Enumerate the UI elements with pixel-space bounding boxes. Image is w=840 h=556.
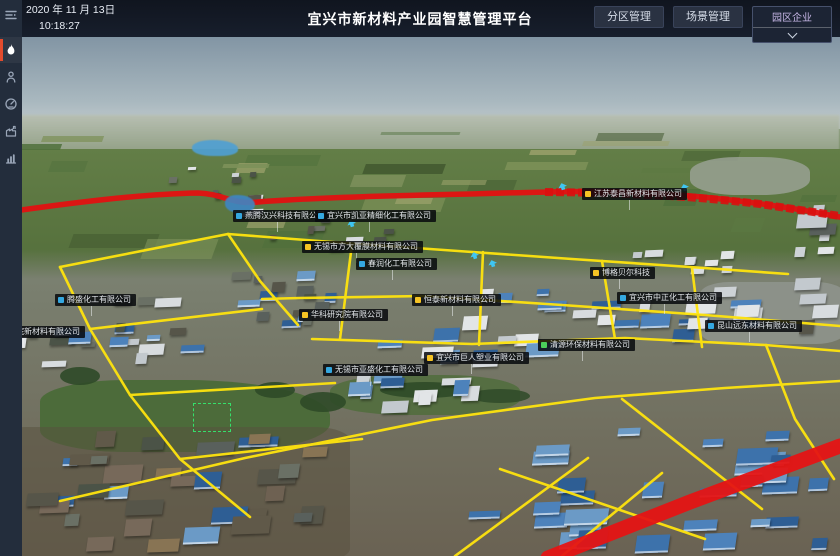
company-marker-icon <box>541 342 547 348</box>
map-3d-view[interactable]: 燕腾汉兴科技有限公司宜兴市凯亚精细化工有限公司无锡市方大覆膜材料有限公司春润化工… <box>0 37 840 556</box>
company-marker-icon <box>415 297 421 303</box>
company-label[interactable]: 宜兴市中正化工有限公司 <box>617 292 722 304</box>
company-name: 宜兴市中正化工有限公司 <box>629 294 717 302</box>
company-marker-icon <box>708 323 714 329</box>
sidebar-item-personnel[interactable] <box>0 64 22 90</box>
company-name: 清源环保材料有限公司 <box>550 341 630 349</box>
company-name: 腾盛化工有限公司 <box>67 296 131 304</box>
company-name: 无锡市方大覆膜材料有限公司 <box>314 243 418 251</box>
company-label[interactable]: 华科研究院有限公司 <box>299 309 388 321</box>
company-label[interactable]: 无锡市亚盛化工有限公司 <box>323 364 428 376</box>
gauge-icon <box>4 97 18 111</box>
sidebar-item-menu[interactable] <box>0 2 22 28</box>
company-label[interactable]: 腾盛化工有限公司 <box>55 294 136 306</box>
worker-icon <box>4 70 18 84</box>
chevron-down-icon <box>787 29 797 39</box>
flame-icon <box>4 43 18 57</box>
company-marker-icon <box>305 244 311 250</box>
company-label[interactable]: 昆山远东材料有限公司 <box>705 320 802 332</box>
sidebar-item-monitor[interactable] <box>0 91 22 117</box>
company-name: 博格贝尔科技 <box>602 269 650 277</box>
company-marker-icon <box>359 261 365 267</box>
company-label[interactable]: 恒泰新材料有限公司 <box>412 294 501 306</box>
sidebar-item-enterprise[interactable] <box>0 118 22 144</box>
company-name: 华科研究院有限公司 <box>311 311 383 319</box>
enterprise-dropdown-label: 园区企业 <box>753 7 831 28</box>
company-marker-icon <box>620 295 626 301</box>
scene-management-button[interactable]: 场景管理 <box>673 6 743 28</box>
company-name: 燕腾汉兴科技有限公司 <box>245 212 325 220</box>
sidebar <box>0 0 22 556</box>
bar-chart-icon <box>4 151 18 165</box>
company-name: 宜兴市凯亚精细化工有限公司 <box>327 212 431 220</box>
company-name: 恒泰新材料有限公司 <box>424 296 496 304</box>
factory-icon <box>4 124 18 138</box>
company-label[interactable]: 博格贝尔科技 <box>590 267 655 279</box>
zone-management-button[interactable]: 分区管理 <box>594 6 664 28</box>
company-labels-layer: 燕腾汉兴科技有限公司宜兴市凯亚精细化工有限公司无锡市方大覆膜材料有限公司春润化工… <box>0 37 840 556</box>
company-name: 宜兴市巨人塑业有限公司 <box>436 354 524 362</box>
company-label[interactable]: 宜兴市凯亚精细化工有限公司 <box>315 210 436 222</box>
company-name: 江苏泰昌新材料有限公司 <box>594 190 682 198</box>
menu-icon <box>4 8 18 22</box>
company-name: 春润化工有限公司 <box>368 260 432 268</box>
company-marker-icon <box>585 191 591 197</box>
company-marker-icon <box>318 213 324 219</box>
enterprise-dropdown[interactable]: 园区企业 <box>752 6 832 43</box>
sidebar-item-fire[interactable] <box>0 37 22 63</box>
company-label[interactable]: 江苏泰昌新材料有限公司 <box>582 188 687 200</box>
company-name: 无锡市亚盛化工有限公司 <box>335 366 423 374</box>
smart-park-platform: 2020 年 11 月 13日 10:18:27 宜兴市新材料产业园智慧管理平台… <box>0 0 840 556</box>
company-marker-icon <box>302 312 308 318</box>
company-marker-icon <box>427 355 433 361</box>
company-name: 昆山远东材料有限公司 <box>717 322 797 330</box>
sidebar-item-statistics[interactable] <box>0 145 22 171</box>
selection-box <box>193 403 231 432</box>
company-marker-icon <box>326 367 332 373</box>
company-marker-icon <box>236 213 242 219</box>
company-label[interactable]: 无锡市方大覆膜材料有限公司 <box>302 241 423 253</box>
company-label[interactable]: 春润化工有限公司 <box>356 258 437 270</box>
company-marker-icon <box>58 297 64 303</box>
company-marker-icon <box>593 270 599 276</box>
top-bar: 2020 年 11 月 13日 10:18:27 宜兴市新材料产业园智慧管理平台… <box>0 0 840 37</box>
header-actions: 分区管理 场景管理 园区企业 <box>594 6 832 43</box>
company-label[interactable]: 清源环保材料有限公司 <box>538 339 635 351</box>
company-label[interactable]: 宜兴市巨人塑业有限公司 <box>424 352 529 364</box>
